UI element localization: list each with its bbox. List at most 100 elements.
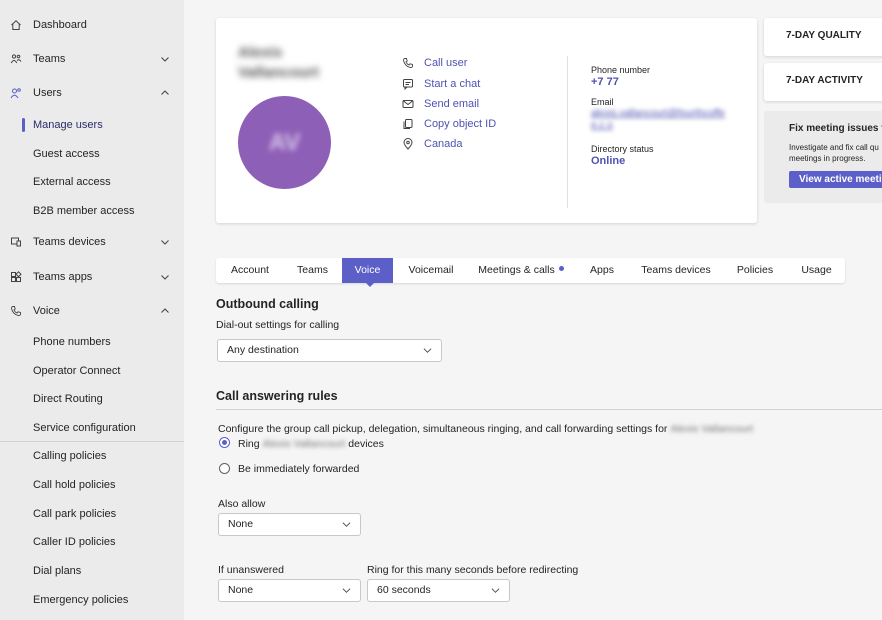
nav-external-access[interactable]: External access: [0, 169, 184, 195]
fix-meeting-description: Investigate and fix call qu meetings in …: [789, 143, 879, 163]
main-content: Alexis Vallancourt AV Call user Start a …: [184, 0, 882, 620]
nav-label: Teams: [33, 53, 66, 65]
description-text: Configure the group call pickup, delegat…: [218, 423, 668, 435]
nav-phone-numbers[interactable]: Phone numbers: [0, 329, 184, 355]
nav-teams-devices[interactable]: Teams devices: [0, 229, 184, 255]
nav-label: Call hold policies: [33, 479, 116, 491]
tab-meetings-calls-label: Meetings & calls: [478, 264, 555, 276]
tab-apps[interactable]: Apps: [582, 258, 622, 283]
copy-object-id-label: Copy object ID: [424, 118, 497, 130]
home-icon: [10, 19, 22, 31]
nav-dial-plans[interactable]: Dial plans: [0, 558, 184, 584]
start-chat-label: Start a chat: [424, 78, 481, 90]
also-allow-dropdown[interactable]: None: [218, 513, 361, 536]
nav-label: Phone numbers: [33, 336, 111, 348]
devices-icon: [10, 236, 22, 248]
start-chat-link[interactable]: Start a chat: [402, 76, 480, 92]
nav-label: External access: [33, 176, 111, 188]
nav-label: Direct Routing: [33, 393, 103, 405]
view-active-meetings-button[interactable]: View active meetin: [789, 171, 882, 188]
nav-voice[interactable]: Voice: [0, 298, 184, 324]
nav-operator-connect[interactable]: Operator Connect: [0, 358, 184, 384]
outbound-calling-subtitle: Dial-out settings for calling: [216, 319, 340, 331]
nav-guest-access[interactable]: Guest access: [0, 141, 184, 167]
notification-dot: [558, 266, 564, 271]
tab-usage[interactable]: Usage: [792, 258, 841, 283]
location-link[interactable]: Canada: [402, 136, 463, 152]
copy-object-id-link[interactable]: Copy object ID: [402, 116, 496, 132]
nav-label: Guest access: [33, 148, 100, 160]
nav-users[interactable]: Users: [0, 80, 184, 106]
ring-prefix: Ring: [238, 438, 260, 450]
avatar-initials: AV: [268, 128, 301, 156]
nav-teams-apps[interactable]: Teams apps: [0, 264, 184, 290]
section-divider: [216, 409, 882, 410]
activity-title: 7-DAY ACTIVITY: [786, 75, 863, 86]
nav-call-park-policies[interactable]: Call park policies: [0, 501, 184, 527]
quality-title: 7-DAY QUALITY: [786, 30, 862, 41]
tab-meetings-calls[interactable]: Meetings & calls: [472, 258, 570, 283]
user-name-blurred: Alexis Vallancourt: [262, 438, 346, 450]
chevron-down-icon: [161, 240, 169, 245]
also-allow-value: None: [228, 518, 254, 530]
tab-policies[interactable]: Policies: [727, 258, 783, 283]
user-name: Alexis Vallancourt: [238, 44, 319, 81]
ring-seconds-dropdown[interactable]: 60 seconds: [367, 579, 510, 602]
phone-number-label: Phone number: [591, 65, 651, 75]
phone-icon: [402, 57, 414, 69]
chat-icon: [402, 78, 414, 90]
mail-icon: [402, 98, 414, 110]
tab-voicemail[interactable]: Voicemail: [402, 258, 460, 283]
email-value[interactable]: alexis.vallancourt@fourthcoffee.c o: [591, 108, 733, 132]
activity-card[interactable]: 7-DAY ACTIVITY: [764, 63, 882, 101]
nav-label: Users: [33, 87, 62, 99]
fix-meeting-title: Fix meeting issues f: [789, 123, 882, 134]
nav-dashboard[interactable]: Dashboard: [0, 12, 184, 38]
chevron-down-icon: [423, 348, 432, 353]
if-unanswered-value: None: [228, 584, 254, 596]
dial-out-dropdown[interactable]: Any destination: [217, 339, 442, 362]
phone-icon: [10, 305, 22, 317]
if-unanswered-dropdown[interactable]: None: [218, 579, 361, 602]
tab-voice[interactable]: Voice: [342, 258, 393, 283]
nav-label: Manage users: [33, 119, 103, 131]
ring-devices-radio[interactable]: [219, 437, 230, 448]
chevron-down-icon: [161, 57, 169, 62]
call-answering-heading: Call answering rules: [216, 389, 338, 403]
nav-label: Teams devices: [33, 236, 106, 248]
call-user-link[interactable]: Call user: [402, 55, 467, 71]
nav-calling-policies[interactable]: Calling policies: [0, 443, 184, 469]
tab-teams[interactable]: Teams: [289, 258, 336, 283]
nav-manage-users[interactable]: Manage users: [0, 112, 184, 138]
nav-label: Emergency policies: [33, 594, 129, 606]
user-profile-card: Alexis Vallancourt AV Call user Start a …: [216, 18, 757, 223]
nav-service-configuration[interactable]: Service configuration: [0, 415, 184, 441]
if-unanswered-label: If unanswered: [218, 564, 284, 576]
tab-teams-devices[interactable]: Teams devices: [634, 258, 718, 283]
ring-suffix: devices: [348, 438, 384, 450]
nav-label: Service configuration: [33, 422, 136, 434]
tab-account[interactable]: Account: [221, 258, 279, 283]
nav-call-hold-policies[interactable]: Call hold policies: [0, 472, 184, 498]
nav-emergency-policies[interactable]: Emergency policies: [0, 587, 184, 613]
apps-icon: [10, 271, 22, 283]
sidebar-divider: [0, 441, 184, 442]
nav-caller-id-policies[interactable]: Caller ID policies: [0, 529, 184, 555]
left-navigation: Dashboard Teams Users Manage users Guest…: [0, 0, 184, 620]
nav-teams[interactable]: Teams: [0, 46, 184, 72]
nav-b2b-member-access[interactable]: B2B member access: [0, 198, 184, 224]
nav-label: Voice: [33, 305, 60, 317]
chevron-up-icon: [161, 308, 169, 313]
nav-direct-routing[interactable]: Direct Routing: [0, 386, 184, 412]
also-allow-label: Also allow: [218, 498, 266, 510]
fix-meeting-issues-card: Fix meeting issues f Investigate and fix…: [764, 111, 882, 203]
nav-label: Dashboard: [33, 19, 87, 31]
quality-card[interactable]: 7-DAY QUALITY: [764, 18, 882, 56]
send-email-link[interactable]: Send email: [402, 96, 479, 112]
users-icon: [10, 87, 22, 99]
forward-immediately-radio[interactable]: [219, 463, 230, 474]
nav-label: Dial plans: [33, 565, 82, 577]
user-tabs: Account Teams Voice Voicemail Meetings &…: [216, 258, 845, 283]
chevron-down-icon: [342, 588, 351, 593]
ring-seconds-value: 60 seconds: [377, 584, 431, 596]
